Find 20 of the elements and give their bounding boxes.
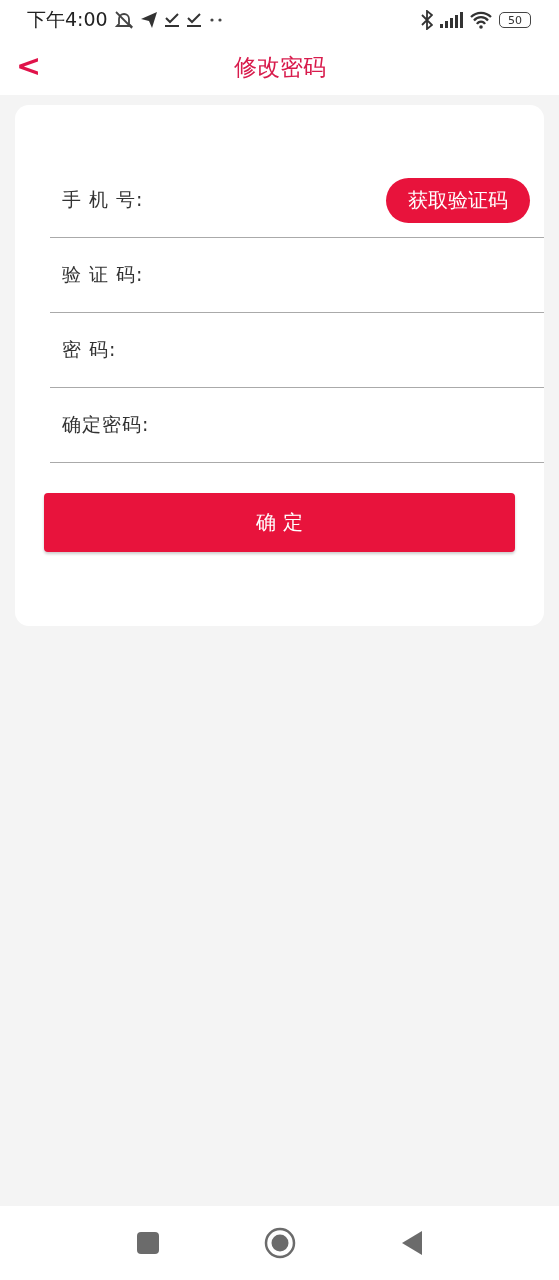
get-code-button[interactable]: 获取验证码 [386,177,530,223]
send-icon [139,11,158,29]
field-label: 密 码: [62,337,117,362]
check-icon [163,12,180,28]
field-label: 手 机 号: [62,187,144,212]
wifi-icon [469,11,493,29]
field-label: 验 证 码: [62,262,144,287]
bluetooth-icon [421,10,433,30]
back-icon[interactable] [400,1230,423,1256]
field-label: 确定密码: [62,412,150,437]
home-icon[interactable] [263,1227,296,1259]
recents-icon[interactable] [136,1232,159,1254]
page-title: 修改密码 [233,53,326,82]
confirm-button[interactable]: 确 定 [44,493,515,552]
back-button[interactable]: < [10,48,48,83]
check-icon [185,12,202,28]
bell-off-icon [113,10,134,30]
signal-icon [439,12,463,28]
status-time: 下午4:00 [27,7,108,32]
battery-level: 50 [499,12,531,28]
